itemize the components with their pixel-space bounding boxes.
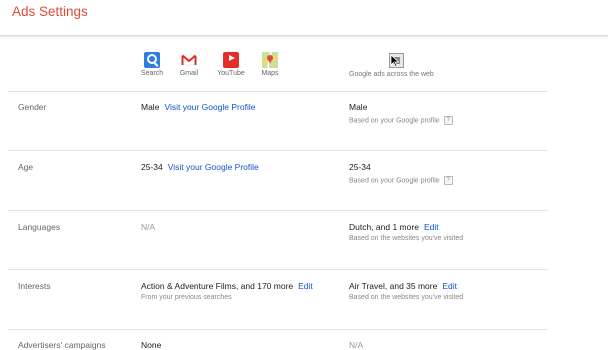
row-label-age: Age xyxy=(18,162,34,172)
service-maps: Maps xyxy=(250,52,290,77)
interests-services-value: Action & Adventure Films, and 170 more Ed… xyxy=(141,281,313,291)
header: Ads Settings xyxy=(0,0,608,36)
edit-interests-web-link[interactable]: Edit xyxy=(442,281,457,291)
age-web-note: Based on your Google profile? xyxy=(349,176,453,185)
search-icon xyxy=(144,52,160,68)
gender-web-value: Male xyxy=(349,102,368,112)
languages-services-value: N/A xyxy=(141,222,156,232)
row-divider xyxy=(8,91,548,92)
row-label-gender: Gender xyxy=(18,102,47,112)
header-divider xyxy=(0,35,608,38)
row-divider xyxy=(8,210,548,211)
maps-icon xyxy=(262,52,278,68)
page-title: Ads Settings xyxy=(12,4,88,19)
help-icon[interactable]: ? xyxy=(443,176,453,185)
service-label: Search xyxy=(140,70,164,77)
row-divider xyxy=(8,329,548,330)
web-column-label: Google ads across the web xyxy=(349,71,434,78)
age-value: 25-34 xyxy=(141,162,163,172)
youtube-icon xyxy=(223,52,239,68)
gender-web-note: Based on your Google profile? xyxy=(349,116,453,125)
cursor-icon xyxy=(391,55,400,67)
edit-languages-link[interactable]: Edit xyxy=(424,222,439,232)
service-label: Maps xyxy=(261,70,279,77)
interests-services-note: From your previous searches xyxy=(141,294,232,301)
help-icon[interactable]: ? xyxy=(443,116,453,125)
gmail-icon xyxy=(181,52,197,68)
languages-web-value: Dutch, and 1 more Edit xyxy=(349,222,439,232)
row-label-languages: Languages xyxy=(18,222,61,232)
row-divider xyxy=(8,269,548,270)
row-label-advertisers-campaigns: Advertisers' campaigns xyxy=(18,340,106,350)
gender-value: Male xyxy=(141,102,160,112)
languages-web-note: Based on the websites you've visited xyxy=(349,235,464,242)
interests-web-value: Air Travel, and 35 more Edit xyxy=(349,281,458,291)
service-label: YouTube xyxy=(217,70,245,77)
row-label-interests: Interests xyxy=(18,281,51,291)
service-gmail: Gmail xyxy=(169,52,209,77)
service-label: Gmail xyxy=(179,70,199,77)
visit-google-profile-link[interactable]: Visit your Google Profile xyxy=(164,102,255,112)
age-services-value: 25-34 Visit your Google Profile xyxy=(141,162,259,172)
interests-web-note: Based on the websites you've visited xyxy=(349,294,464,301)
service-search: Search xyxy=(132,52,172,77)
row-divider xyxy=(8,150,548,151)
campaigns-web-value: N/A xyxy=(349,340,364,350)
visit-google-profile-link[interactable]: Visit your Google Profile xyxy=(168,162,259,172)
campaigns-services-value: None xyxy=(141,340,162,350)
edit-interests-services-link[interactable]: Edit xyxy=(298,281,313,291)
gender-services-value: Male Visit your Google Profile xyxy=(141,102,255,112)
age-web-value: 25-34 xyxy=(349,162,371,172)
service-youtube: YouTube xyxy=(211,52,251,77)
